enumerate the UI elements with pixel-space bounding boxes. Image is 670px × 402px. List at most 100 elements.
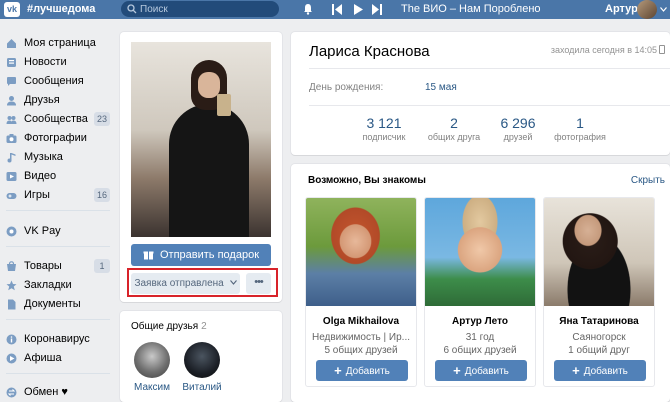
exchange-icon	[6, 387, 17, 398]
menu-item-groups[interactable]: Сообщества 23	[0, 110, 112, 128]
menu-item-exchange[interactable]: Обмен ♥	[0, 383, 112, 401]
menu-item-bookmarks[interactable]: Закладки	[0, 276, 112, 294]
send-gift-button[interactable]: Отправить подарок	[131, 244, 271, 266]
profile-photo-card: Отправить подарок Заявка отправлена •••	[120, 32, 282, 302]
hashtag-link[interactable]: #лучшедома	[27, 3, 95, 15]
menu-item-goods[interactable]: Товары 1	[0, 257, 112, 275]
add-friend-label: Добавить	[583, 366, 628, 377]
info-divider	[309, 105, 670, 106]
menu-item-music[interactable]: Музыка	[0, 148, 112, 166]
menu-item-vk-pay[interactable]: VK Pay	[0, 222, 112, 240]
header-avatar[interactable]	[637, 0, 657, 19]
friend-avatar-vitaliy[interactable]	[184, 342, 220, 378]
friend-name-maksim[interactable]: Максим	[127, 382, 177, 393]
now-playing-track[interactable]: The ВИО – Нам Поробленo	[401, 3, 541, 15]
stat-label: друзей	[503, 132, 533, 142]
search-input[interactable]	[140, 2, 270, 16]
add-friend-button[interactable]: + Добавить	[554, 360, 646, 381]
friend-avatar-maksim[interactable]	[134, 342, 170, 378]
suggestion-photo[interactable]	[306, 198, 416, 306]
stat-followers[interactable]: 3 121 подписчик	[349, 115, 419, 144]
suggestion-name[interactable]: Артур Лето	[425, 316, 535, 327]
menu-item-games[interactable]: Игры 16	[0, 186, 112, 204]
menu-item-coronavirus[interactable]: Коронавирус	[0, 330, 112, 348]
last-seen-text: заходила сегодня в 14:05	[550, 45, 657, 55]
games-icon	[6, 193, 17, 199]
play-icon[interactable]	[353, 4, 363, 15]
header-user-name[interactable]: Артур	[605, 3, 638, 15]
chevron-down-icon[interactable]	[660, 7, 667, 12]
suggestion-name[interactable]: Olga Mikhailova	[306, 316, 416, 327]
suggestion-info: 31 год	[465, 332, 495, 343]
messages-icon	[7, 77, 16, 86]
suggestions-card: Возможно, Вы знакомы Скрыть Olga Mikhail…	[291, 164, 670, 402]
menu-item-label: Сообщества	[24, 113, 88, 125]
suggestion-mutual: 6 общих друзей	[443, 345, 517, 356]
stat-value: 1	[576, 115, 584, 131]
vk-logo-icon[interactable]: vk	[4, 2, 20, 17]
menu-item-messages[interactable]: Сообщения	[0, 72, 112, 90]
suggestions-title: Возможно, Вы знакомы	[308, 175, 426, 186]
menu-item-photos[interactable]: Фотографии	[0, 129, 112, 147]
stat-value: 2	[450, 115, 458, 131]
games-counter-badge: 16	[93, 188, 110, 202]
more-actions-button[interactable]: •••	[246, 273, 271, 294]
menu-item-label: Обмен ♥	[24, 386, 68, 398]
menu-item-label: Закладки	[24, 279, 72, 291]
birthday-value[interactable]: 15 мая	[425, 82, 457, 93]
menu-item-label: Документы	[24, 298, 81, 310]
request-sent-dropdown[interactable]: Заявка отправлена	[131, 273, 240, 294]
add-friend-label: Добавить	[464, 366, 509, 377]
next-track-icon[interactable]	[371, 4, 383, 15]
suggestion-photo[interactable]	[544, 198, 654, 306]
add-friend-button[interactable]: + Добавить	[435, 360, 527, 381]
plus-icon: +	[334, 363, 342, 378]
goods-icon	[7, 261, 16, 271]
menu-divider	[6, 373, 110, 374]
add-friend-button[interactable]: + Добавить	[316, 360, 408, 381]
menu-item-video[interactable]: Видео	[0, 167, 112, 185]
afisha-icon	[6, 353, 17, 364]
friend-name-vitaliy[interactable]: Виталий	[177, 382, 227, 393]
plus-icon: +	[453, 363, 461, 378]
add-friend-label: Добавить	[345, 366, 390, 377]
common-friends-title: Общие друзья	[131, 321, 199, 332]
previous-track-icon[interactable]	[331, 4, 343, 15]
chevron-down-icon	[229, 280, 237, 285]
bell-icon[interactable]	[302, 3, 314, 15]
stat-common-friends[interactable]: 2 общих друга	[419, 115, 489, 144]
menu-item-documents[interactable]: Документы	[0, 295, 112, 313]
profile-info-card: Лариса Краснова заходила сегодня в 14:05…	[291, 32, 670, 155]
menu-item-afisha[interactable]: Афиша	[0, 349, 112, 367]
menu-item-label: Музыка	[24, 151, 63, 163]
plus-icon: +	[572, 363, 580, 378]
profile-name: Лариса Краснова	[309, 43, 430, 60]
stat-label: фотография	[554, 132, 606, 142]
photo-figure-body	[169, 104, 249, 237]
suggestion-photo[interactable]	[425, 198, 535, 306]
suggestion-mutual: 5 общих друзей	[324, 345, 398, 356]
friends-icon	[7, 96, 16, 106]
menu-item-my-page[interactable]: Моя страница	[0, 34, 112, 52]
groups-icon	[6, 116, 17, 124]
menu-item-friends[interactable]: Друзья	[0, 91, 112, 109]
top-bar: vk #лучшедома The ВИО – Нам Поробленo Ар…	[0, 0, 670, 19]
suggestion-name[interactable]: Яна Татаринова	[544, 316, 654, 327]
profile-photo[interactable]	[131, 42, 271, 237]
menu-item-label: VK Pay	[24, 225, 61, 237]
stat-label: подписчик	[362, 132, 406, 142]
menu-item-label: Новости	[24, 56, 67, 68]
search-box[interactable]	[121, 1, 279, 17]
menu-item-label: Товары	[24, 260, 62, 272]
vkpay-icon	[6, 226, 17, 237]
common-friends-heading[interactable]: Общие друзья 2	[131, 321, 207, 332]
suggestion-card-olga: Olga Mikhailova Недвижимость | Ир... 5 о…	[305, 197, 417, 387]
info-divider	[309, 68, 670, 69]
stat-photos[interactable]: 1 фотография	[545, 115, 615, 144]
mobile-icon	[659, 45, 665, 54]
menu-item-news[interactable]: Новости	[0, 53, 112, 71]
suggestion-info: Саяногорск	[572, 332, 626, 343]
stat-friends[interactable]: 6 296 друзей	[483, 115, 553, 144]
suggestion-card-artur: Артур Лето 31 год 6 общих друзей + Добави…	[424, 197, 536, 387]
hide-suggestions-link[interactable]: Скрыть	[631, 175, 665, 186]
